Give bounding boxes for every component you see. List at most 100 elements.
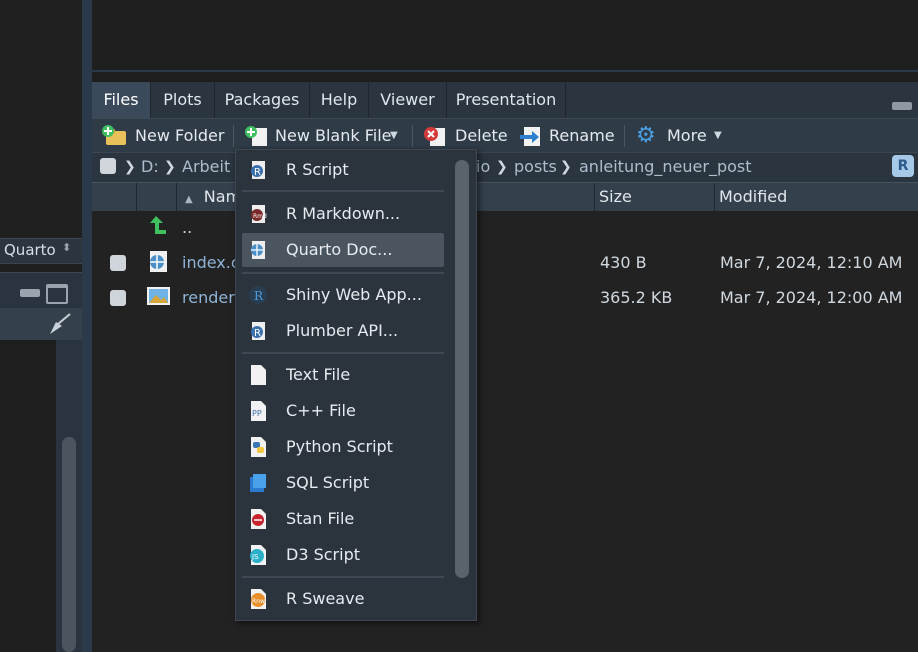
minimize-pane-icon[interactable]	[20, 289, 40, 297]
left-scrollbar-thumb[interactable]	[62, 437, 76, 652]
menu-separator	[242, 576, 444, 578]
menu-item-r-script[interactable]: R R Script	[242, 153, 444, 187]
python-icon	[251, 437, 266, 457]
chevron-right-icon: ❯	[124, 159, 136, 175]
left-editor-area	[0, 0, 82, 238]
quarto-select-label: Quarto	[4, 241, 56, 259]
breadcrumb-item[interactable]: io	[476, 153, 490, 181]
stan-icon	[251, 509, 266, 529]
quarto-icon	[251, 241, 265, 259]
svg-text:Rnw: Rnw	[252, 598, 265, 605]
rename-label: Rename	[549, 126, 615, 145]
menu-item-shiny-web-app[interactable]: R Shiny Web App...	[242, 278, 444, 312]
table-row[interactable]: index.c 430 B Mar 7, 2024, 12:10 AM	[92, 246, 918, 280]
menu-separator	[242, 190, 444, 192]
tab-help[interactable]: Help	[310, 82, 369, 118]
file-list: .. index.c 430 B Mar 7, 2024, 12:10 AM r…	[92, 211, 918, 652]
breadcrumb-item[interactable]: Arbeit	[182, 153, 230, 181]
svg-text:Rmd: Rmd	[253, 213, 267, 220]
menu-item-sql-script[interactable]: SQL Script	[242, 466, 444, 500]
menu-item-r-sweave[interactable]: Rnw R Sweave	[242, 582, 444, 616]
tab-plots[interactable]: Plots	[151, 82, 215, 118]
file-name[interactable]: render	[182, 281, 235, 315]
header-size-label: Size	[599, 187, 632, 206]
chevron-right-icon: ❯	[164, 159, 176, 175]
tab-viewer[interactable]: Viewer	[369, 82, 447, 118]
menu-item-d3-script[interactable]: JS D3 Script	[242, 538, 444, 572]
new-blank-file-label: New Blank File	[275, 126, 392, 145]
toolbar-divider	[233, 125, 234, 147]
menu-item-cpp-file[interactable]: PP C++ File	[242, 394, 444, 428]
header-check-column	[136, 183, 173, 211]
r-markdown-icon: Rmd	[251, 205, 267, 223]
files-pane-tabbar: Files Plots Packages Help Viewer Present…	[92, 82, 918, 118]
delete-label: Delete	[455, 126, 508, 145]
upper-right-pane	[92, 0, 918, 72]
files-toolbar: New Folder New Blank File ▼ Delete Renam…	[92, 118, 918, 153]
left-console-area	[0, 340, 56, 652]
menu-item-text-file[interactable]: Text File	[242, 358, 444, 392]
quarto-file-icon	[150, 251, 167, 272]
plumber-icon: R	[251, 322, 265, 340]
menu-item-quarto-doc[interactable]: Quarto Doc...	[242, 233, 444, 267]
select-all-checkbox[interactable]	[100, 158, 116, 174]
left-pane-toolbar	[0, 272, 82, 309]
left-pane-strip	[0, 308, 82, 340]
header-size-column[interactable]: Size	[594, 183, 713, 211]
file-modified: Mar 7, 2024, 12:10 AM	[720, 253, 903, 272]
pane-splitter[interactable]	[82, 0, 92, 652]
maximize-pane-icon[interactable]	[46, 284, 68, 304]
breadcrumb-item[interactable]: posts	[514, 153, 557, 181]
r-script-icon: R	[251, 161, 265, 179]
tab-packages[interactable]: Packages	[215, 82, 310, 118]
tab-presentation[interactable]: Presentation	[447, 82, 566, 118]
file-size: 365.2 KB	[600, 288, 673, 307]
sql-icon	[250, 474, 266, 492]
r-project-icon[interactable]: R	[892, 155, 914, 177]
header-modified-label: Modified	[719, 187, 788, 206]
new-file-icon	[245, 126, 267, 146]
sort-ascending-icon: ▲	[185, 194, 193, 205]
table-row[interactable]: ..	[92, 211, 918, 245]
new-folder-label: New Folder	[135, 126, 225, 145]
menu-separator	[242, 272, 444, 274]
breadcrumb: ❯ D: ❯ Arbeit io ❯ posts ❯ anleitung_neu…	[92, 152, 918, 183]
chevron-down-icon: ▼	[390, 130, 398, 141]
delete-icon	[424, 127, 445, 146]
more-label: More	[667, 126, 707, 145]
tab-files[interactable]: Files	[92, 82, 151, 118]
header-modified-column[interactable]: Modified	[714, 183, 918, 211]
row-checkbox[interactable]	[110, 290, 126, 306]
chevron-right-icon: ❯	[560, 159, 572, 175]
up-arrow-icon	[150, 216, 166, 234]
svg-text:PP: PP	[252, 409, 262, 418]
table-row[interactable]: render 365.2 KB Mar 7, 2024, 12:00 AM	[92, 281, 918, 315]
broom-icon[interactable]	[46, 312, 72, 336]
breadcrumb-item[interactable]: D:	[141, 153, 159, 181]
row-checkbox[interactable]	[110, 255, 126, 271]
file-size: 430 B	[600, 253, 647, 272]
menu-item-plumber-api[interactable]: R Plumber API...	[242, 314, 444, 348]
file-name[interactable]: ..	[182, 211, 192, 245]
chevron-down-icon: ▼	[714, 130, 722, 141]
breadcrumb-item[interactable]: anleitung_neuer_post	[579, 153, 752, 181]
cpp-file-icon: PP	[251, 401, 266, 421]
menu-item-r-markdown[interactable]: Rmd R Markdown...	[242, 197, 444, 231]
svg-text:JS: JS	[251, 553, 259, 561]
new-file-dropdown-menu: R R Script Rmd R Markdown... Quarto Doc.…	[235, 149, 477, 621]
image-file-icon	[147, 287, 170, 305]
file-name[interactable]: index.c	[182, 246, 240, 280]
menu-scrollbar-thumb[interactable]	[455, 160, 469, 578]
d3-icon: JS	[250, 545, 266, 565]
svg-text:R: R	[254, 289, 264, 303]
file-modified: Mar 7, 2024, 12:00 AM	[720, 288, 903, 307]
menu-separator	[242, 352, 444, 354]
svg-text:R: R	[254, 328, 261, 339]
minimize-files-pane-icon[interactable]	[892, 100, 914, 112]
quarto-select[interactable]: Quarto ⬍	[0, 238, 82, 264]
menu-item-stan-file[interactable]: Stan File	[242, 502, 444, 536]
chevron-right-icon: ❯	[496, 159, 508, 175]
gear-icon: ⚙	[636, 123, 656, 148]
rename-icon	[520, 127, 540, 146]
menu-item-python-script[interactable]: Python Script	[242, 430, 444, 464]
